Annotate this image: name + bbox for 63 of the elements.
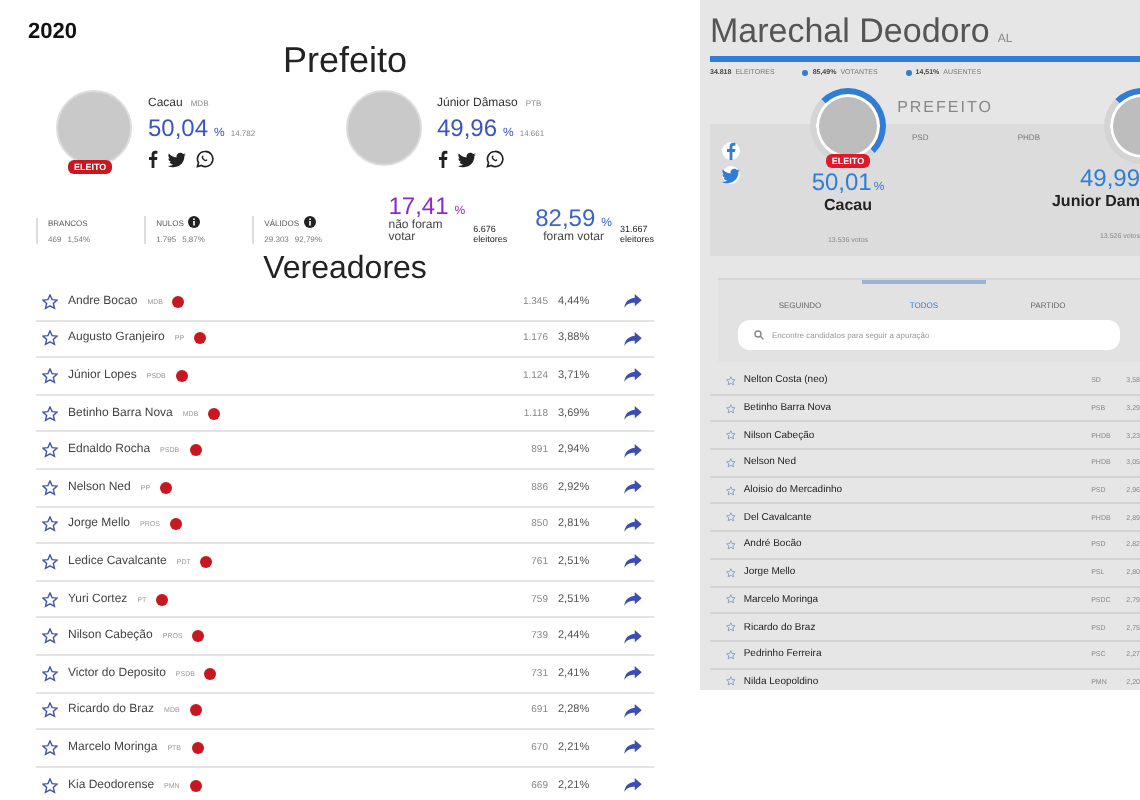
share-arrow-icon[interactable] xyxy=(624,406,642,421)
section-title: Vereadores xyxy=(261,256,429,284)
section-title: PREFEITO xyxy=(895,98,995,116)
star-icon[interactable] xyxy=(42,330,58,347)
star-icon[interactable] xyxy=(726,457,736,468)
share-arrow-icon[interactable] xyxy=(624,554,642,569)
star-icon[interactable] xyxy=(42,628,58,645)
phone-bubble-icon[interactable] xyxy=(196,150,214,168)
turnout-percent: 17,41 xyxy=(388,192,449,220)
search-icon xyxy=(754,330,764,340)
city-title: Marechal Deodoro xyxy=(710,12,990,52)
star-icon[interactable] xyxy=(42,293,58,310)
share-arrow-icon[interactable] xyxy=(624,703,642,718)
share-arrow-icon[interactable] xyxy=(624,592,642,607)
share-arrow-icon[interactable] xyxy=(624,629,642,644)
star-icon[interactable] xyxy=(726,403,736,414)
bird-icon[interactable] xyxy=(168,151,186,167)
vote-percent: 50,01 xyxy=(811,168,872,196)
star-icon[interactable] xyxy=(42,777,58,794)
star-icon[interactable] xyxy=(726,539,736,550)
share-arrow-icon[interactable] xyxy=(624,740,642,755)
bird-icon[interactable] xyxy=(457,151,475,167)
star-icon[interactable] xyxy=(726,676,736,687)
star-icon[interactable] xyxy=(726,430,736,441)
star-icon[interactable] xyxy=(42,702,58,719)
share-arrow-icon[interactable] xyxy=(624,294,642,309)
facebook-icon[interactable] xyxy=(148,150,158,168)
candidate-name: Junior Dam xyxy=(1051,192,1140,210)
share-arrow-icon[interactable] xyxy=(624,480,642,495)
star-icon[interactable] xyxy=(726,567,736,578)
section-title: Prefeito xyxy=(280,40,410,82)
year-label: 2020 xyxy=(28,18,79,48)
star-icon[interactable] xyxy=(726,594,736,605)
star-icon[interactable] xyxy=(726,622,736,633)
share-arrow-icon[interactable] xyxy=(624,517,642,532)
star-icon[interactable] xyxy=(42,591,58,608)
star-icon[interactable] xyxy=(726,512,736,523)
avatar xyxy=(345,90,421,166)
share-arrow-icon[interactable] xyxy=(624,331,642,346)
share-arrow-icon[interactable] xyxy=(624,778,642,793)
star-icon[interactable] xyxy=(42,405,58,422)
star-icon[interactable] xyxy=(42,516,58,533)
phone-bubble-icon[interactable] xyxy=(485,150,503,168)
info-icon xyxy=(303,216,315,228)
star-icon[interactable] xyxy=(726,485,736,496)
share-arrow-icon[interactable] xyxy=(624,666,642,681)
share-arrow-icon[interactable] xyxy=(624,368,642,383)
star-icon[interactable] xyxy=(42,367,58,384)
candidate-name: Cacau xyxy=(823,196,872,214)
star-icon[interactable] xyxy=(726,375,736,386)
vote-percent: 49,99 xyxy=(1079,164,1140,192)
star-icon[interactable] xyxy=(42,442,58,459)
star-icon[interactable] xyxy=(42,479,58,496)
vote-percent: 50,04 xyxy=(148,114,209,142)
star-icon[interactable] xyxy=(42,665,58,682)
facebook-icon[interactable] xyxy=(437,150,447,168)
share-arrow-icon[interactable] xyxy=(624,443,642,458)
star-icon[interactable] xyxy=(726,649,736,660)
turnout-percent: 82,59 xyxy=(535,204,596,232)
vote-percent: 49,96 xyxy=(437,114,498,142)
star-icon[interactable] xyxy=(42,739,58,756)
info-icon xyxy=(187,216,200,228)
star-icon[interactable] xyxy=(42,553,58,570)
